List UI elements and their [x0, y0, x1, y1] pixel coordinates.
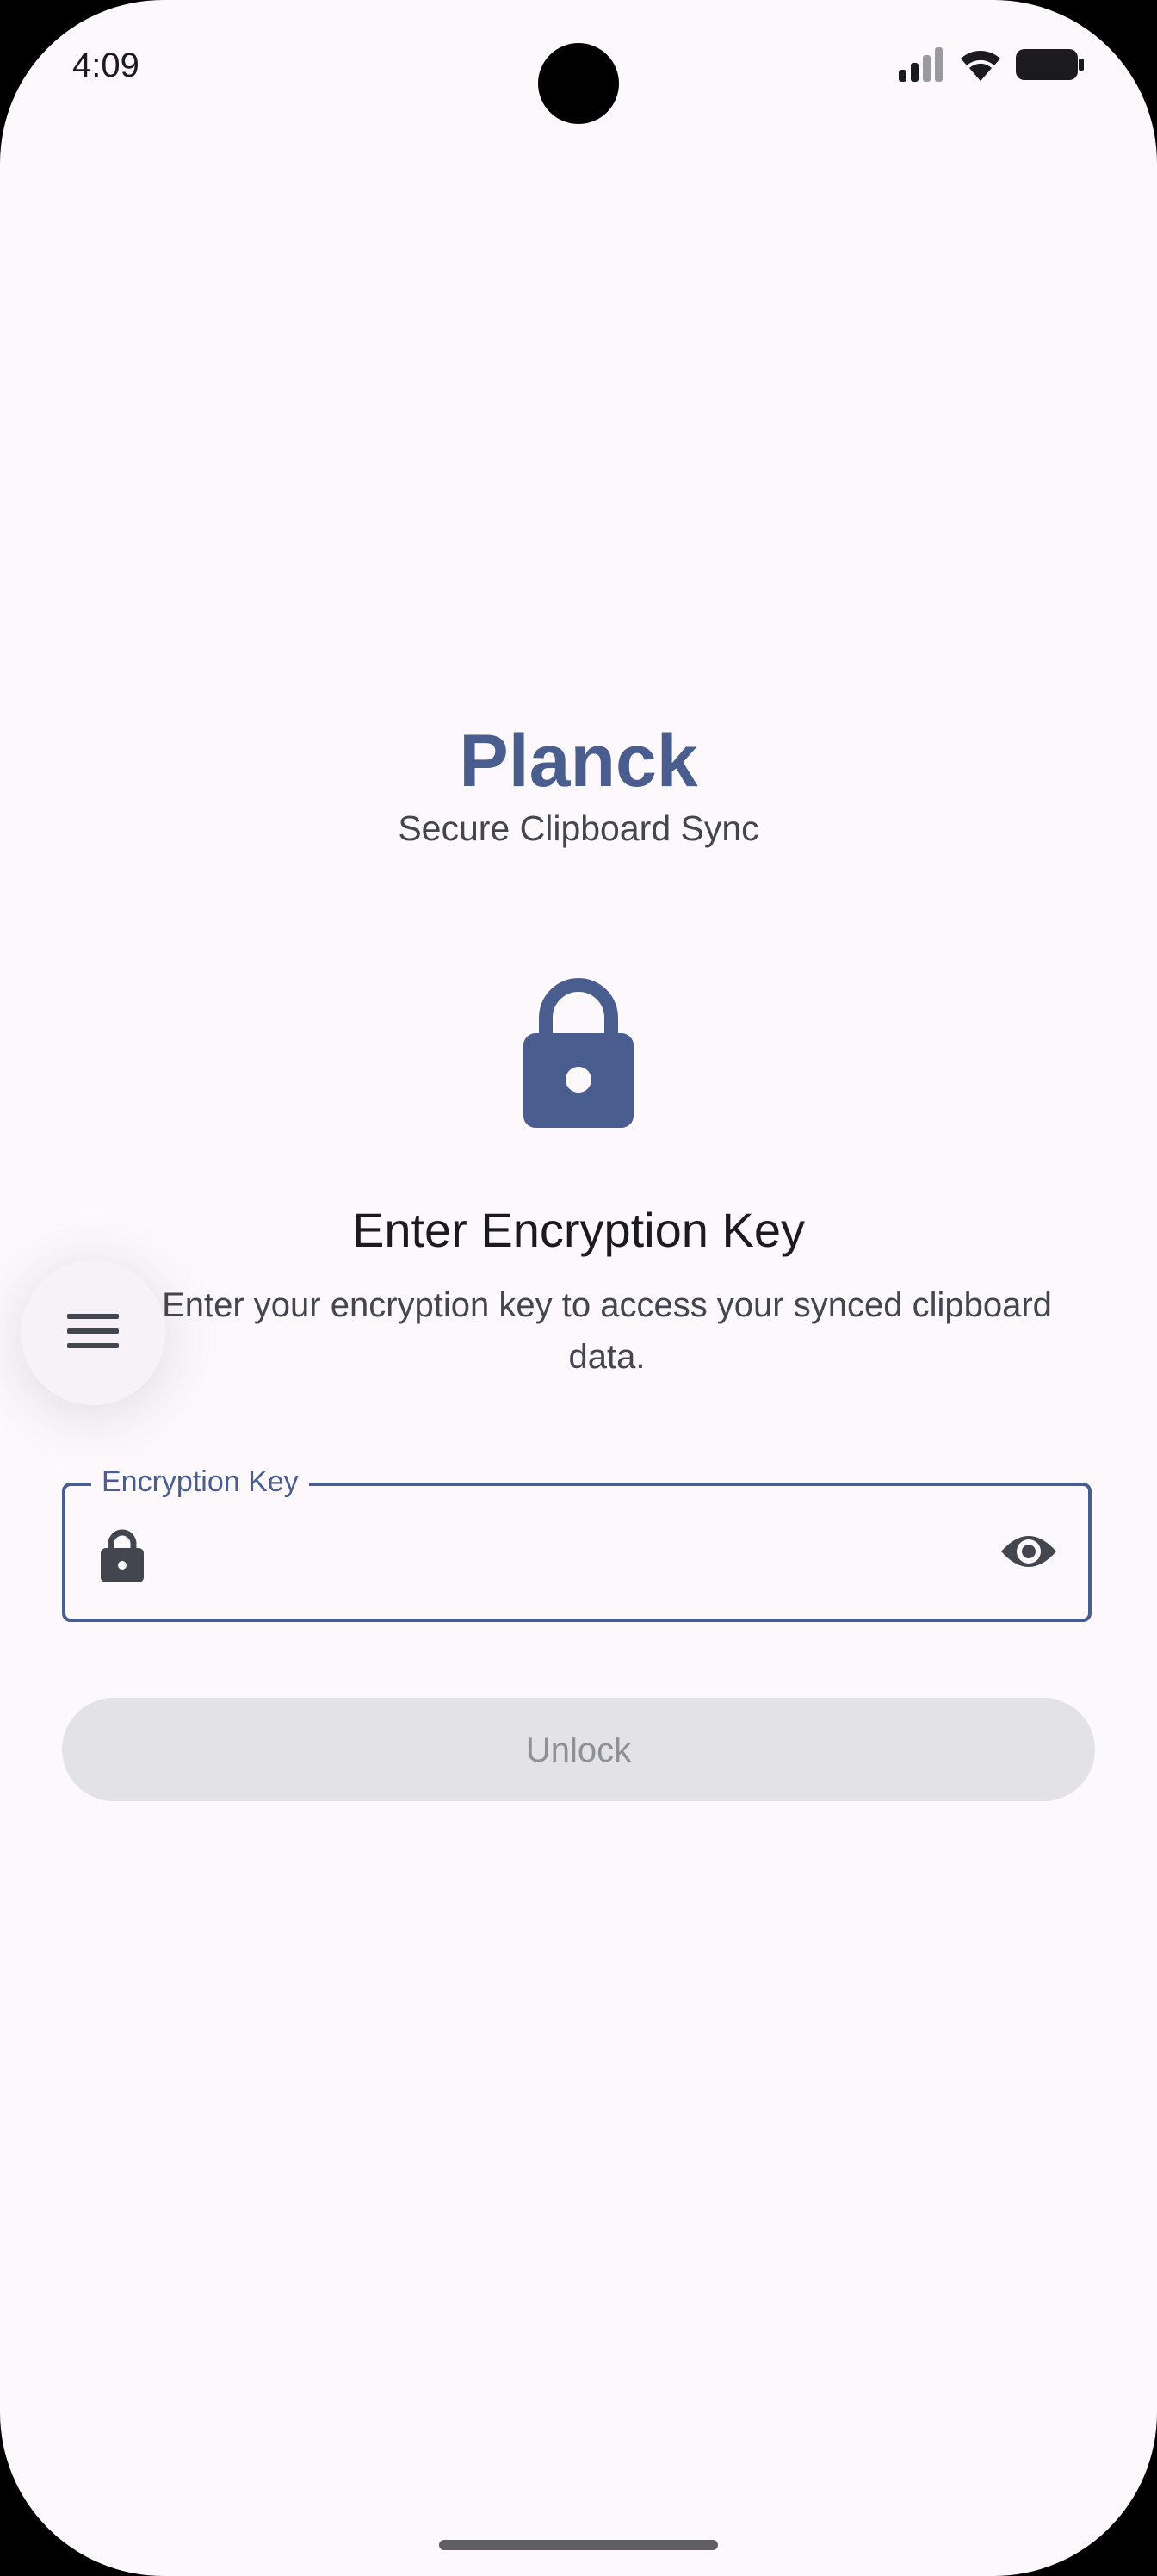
lock-icon — [520, 978, 637, 1134]
menu-button[interactable] — [21, 1260, 165, 1405]
app-subtitle: Secure Clipboard Sync — [398, 808, 759, 848]
battery-icon — [1016, 47, 1085, 86]
front-camera — [538, 43, 619, 124]
encryption-key-field[interactable]: Encryption Key — [62, 1460, 1092, 1622]
unlock-heading: Enter Encryption Key — [351, 1203, 806, 1257]
encryption-key-label: Encryption Key — [91, 1460, 309, 1503]
home-indicator[interactable] — [439, 2540, 718, 2550]
status-icons — [899, 45, 1085, 88]
unlock-description: Enter your encryption key to access your… — [162, 1286, 1052, 1376]
visibility-icon[interactable] — [999, 1531, 1059, 1576]
lock-icon — [100, 1529, 145, 1587]
signal-icon — [899, 46, 945, 86]
status-time: 4:09 — [72, 46, 139, 84]
app-title: Planck — [459, 720, 698, 802]
phone-screen: 4:09 Planck Secure Clipboard Sync Enter … — [0, 0, 1157, 2576]
menu-icon — [67, 1312, 119, 1354]
unlock-button[interactable]: Unlock — [62, 1698, 1095, 1801]
encryption-key-input[interactable] — [169, 1520, 985, 1586]
wifi-icon — [959, 46, 1002, 87]
